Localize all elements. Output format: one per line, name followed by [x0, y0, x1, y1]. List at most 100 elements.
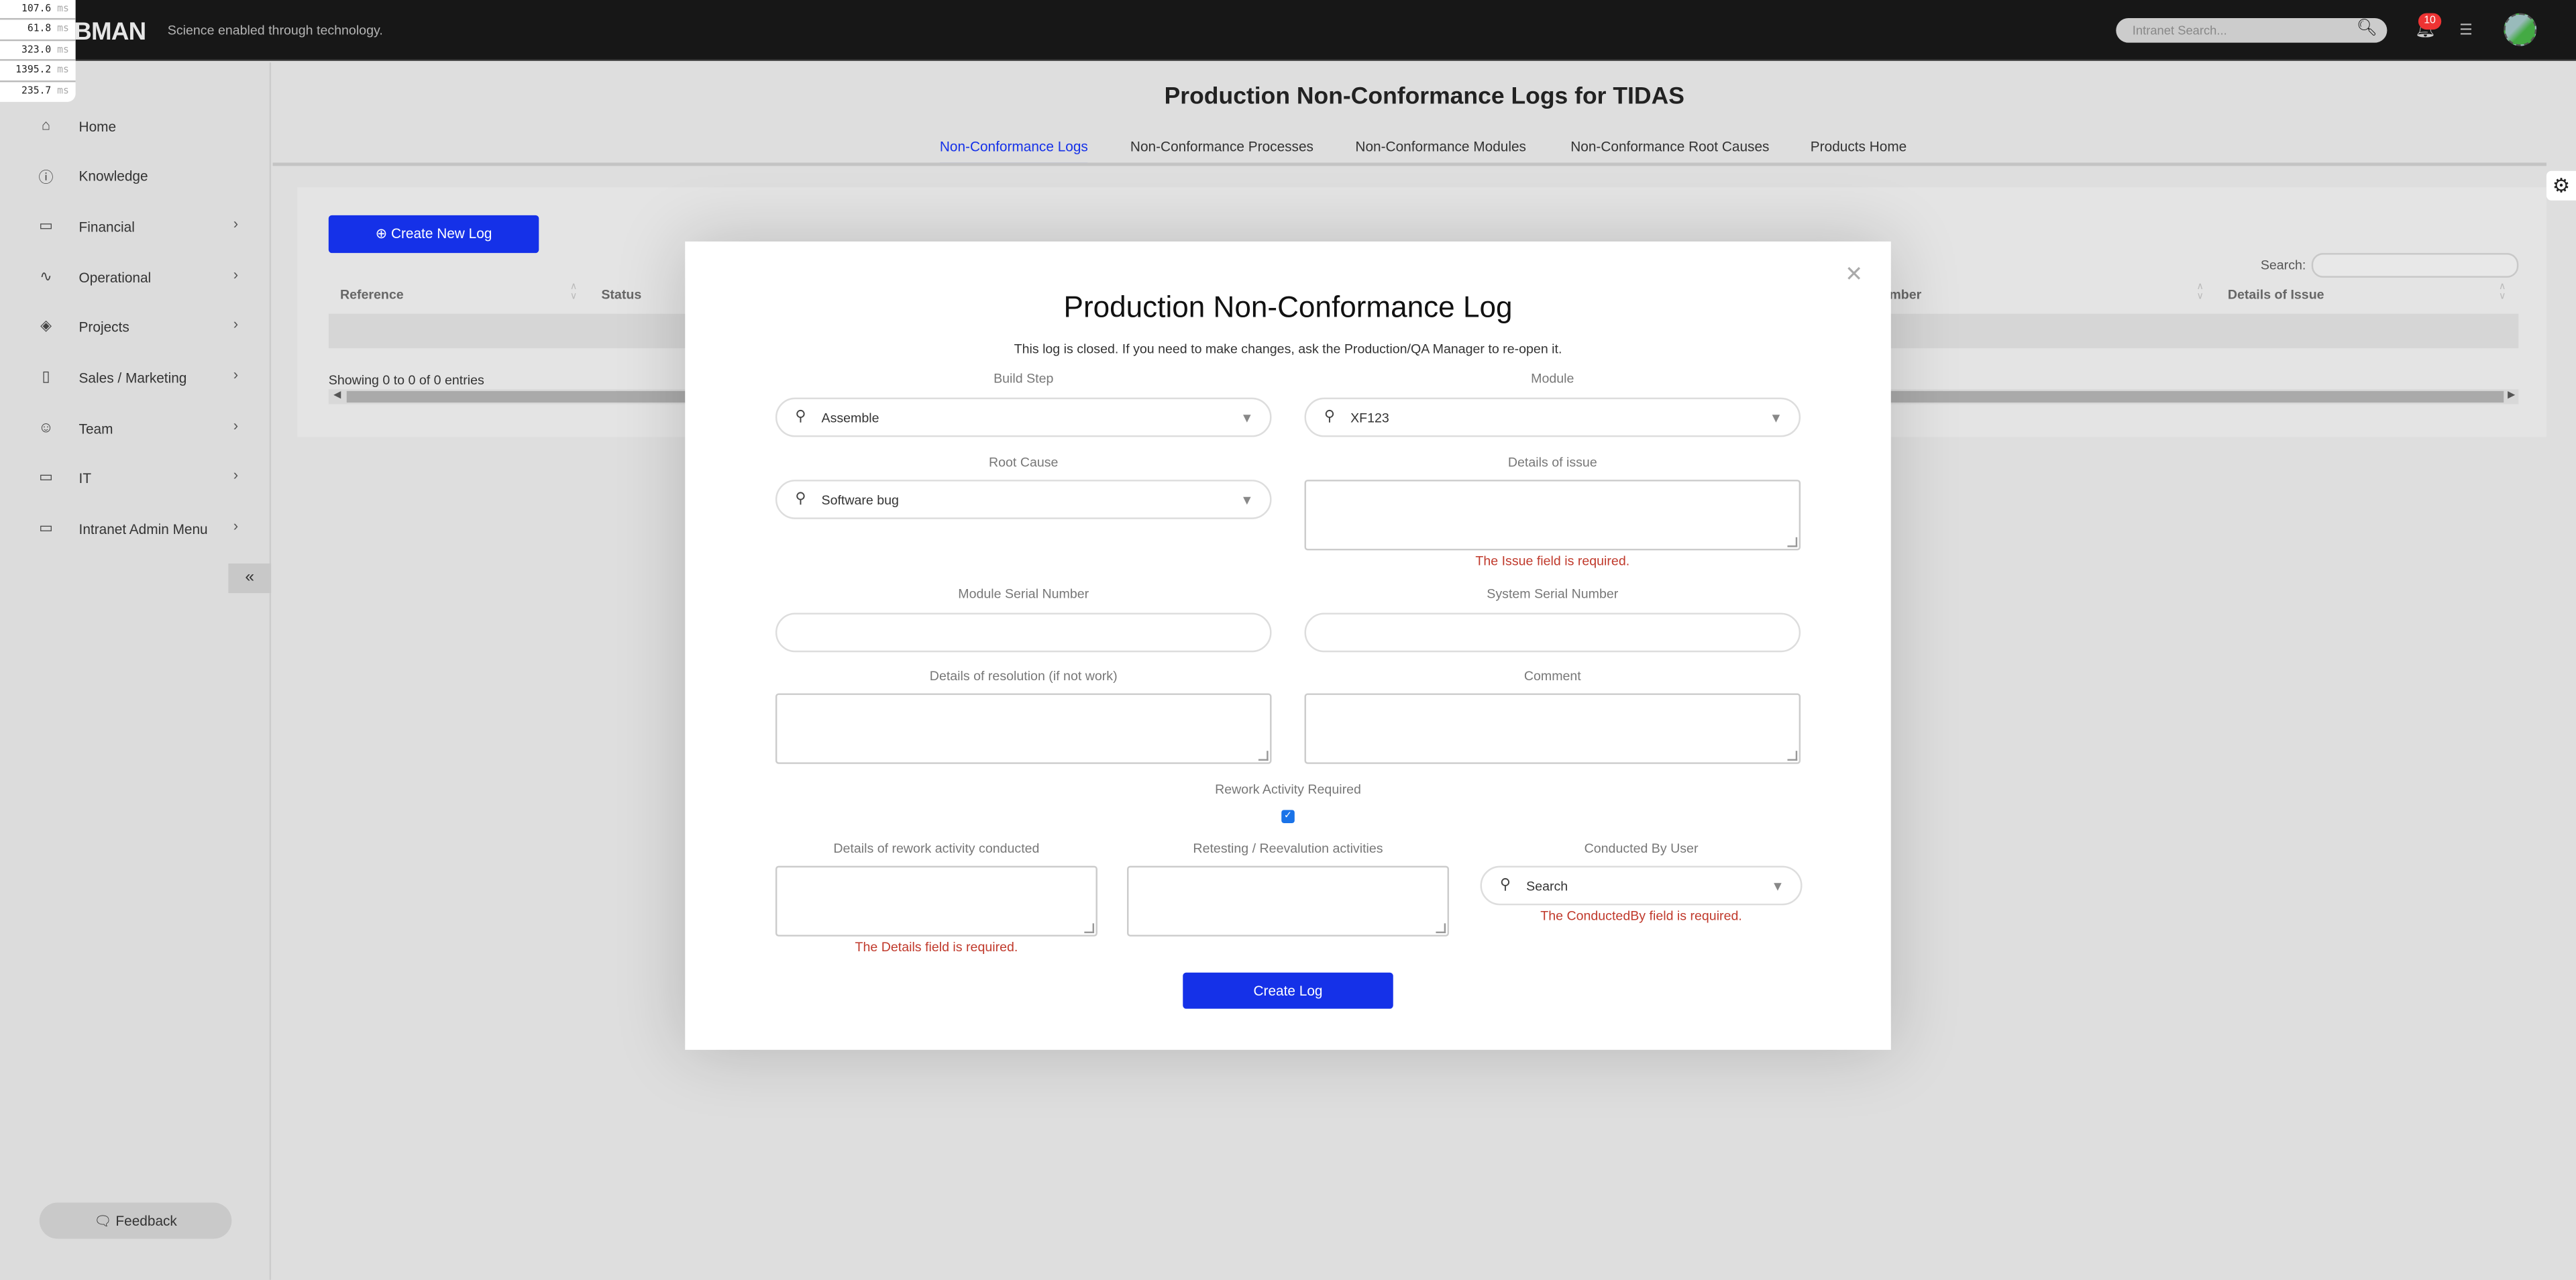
- issue-error: The Issue field is required.: [1475, 553, 1630, 569]
- intranet-search-input[interactable]: Intranet Search... 🔍︎: [2116, 17, 2387, 43]
- sidebar-item-home[interactable]: ⌂ Home: [0, 112, 271, 145]
- retesting-textarea[interactable]: [1127, 865, 1450, 937]
- comment-label: Comment: [1523, 668, 1581, 684]
- sidebar-item-projects[interactable]: ◈ Projects ›: [0, 312, 271, 345]
- logo[interactable]: BMAN: [74, 18, 146, 46]
- retesting-label: Retesting / Reevalution activities: [1193, 841, 1383, 856]
- scroll-left-icon[interactable]: ◀: [333, 389, 341, 404]
- rework-details-label: Details of rework activity conducted: [833, 841, 1040, 856]
- layers-icon: ◈: [40, 317, 52, 334]
- dropdown-arrow-icon: ▼: [1769, 411, 1783, 426]
- rework-required-checkbox[interactable]: ✓: [1281, 810, 1295, 823]
- search-icon[interactable]: 🔍︎: [2357, 19, 2377, 38]
- module-serial-input[interactable]: [775, 612, 1272, 653]
- details-of-issue-label: Details of issue: [1507, 455, 1597, 470]
- sidebar-item-label: Operational: [78, 269, 152, 286]
- tab-non-conformance-modules[interactable]: Non-Conformance Modules: [1355, 138, 1526, 163]
- sidebar-item-knowledge[interactable]: ⓘ Knowledge: [0, 161, 271, 194]
- resolution-textarea[interactable]: [775, 693, 1272, 764]
- tagline: Science enabled through technology.: [167, 23, 383, 38]
- perf-overlay: 107.6 ms 61.8 ms 323.0 ms 1395.2 ms 235.…: [0, 0, 76, 102]
- comment-textarea[interactable]: [1304, 693, 1801, 764]
- create-log-button[interactable]: Create Log: [1183, 972, 1393, 1009]
- perf-row: 1395.2 ms: [0, 61, 76, 82]
- chevron-right-icon: ›: [233, 266, 239, 283]
- avatar[interactable]: [2504, 13, 2537, 46]
- gear-icon[interactable]: ⚙: [2546, 170, 2576, 201]
- conducted-by-error: The ConductedBy field is required.: [1540, 908, 1742, 924]
- home-icon: ⌂: [41, 116, 51, 134]
- create-new-log-button[interactable]: ⊕ Create New Log: [328, 215, 539, 254]
- card-icon: ▭: [39, 217, 53, 233]
- tab-divider: [272, 162, 2546, 166]
- page-title: Production Non-Conformance Logs for TIDA…: [1164, 83, 1684, 111]
- sidebar-item-intranet-admin[interactable]: ▭ Intranet Admin Menu ›: [0, 515, 271, 547]
- details-of-issue-textarea[interactable]: [1304, 480, 1801, 551]
- info-icon: ⓘ: [38, 169, 54, 186]
- conducted-by-select[interactable]: ⚲ Search ▼: [1480, 865, 1803, 906]
- feedback-button[interactable]: 🗨︎ Feedback: [39, 1202, 232, 1239]
- column-header-reference[interactable]: Reference: [340, 288, 404, 303]
- chevron-right-icon: ›: [233, 417, 239, 434]
- sidebar-item-operational[interactable]: ∿ Operational ›: [0, 263, 271, 296]
- non-conformance-log-modal: ✕ Production Non-Conformance Log This lo…: [685, 242, 1891, 1050]
- search-icon: ⚲: [1324, 407, 1336, 424]
- scroll-right-icon[interactable]: ▶: [2508, 389, 2515, 404]
- tab-products-home[interactable]: Products Home: [1811, 138, 1907, 163]
- sidebar-item-financial[interactable]: ▭ Financial ›: [0, 212, 271, 245]
- module-serial-label: Module Serial Number: [958, 586, 1089, 602]
- users-icon: ☺: [38, 419, 54, 435]
- collapse-sidebar-button[interactable]: «: [228, 564, 272, 594]
- closed-notice: This log is closed. If you need to make …: [1014, 341, 1562, 357]
- table-search-input[interactable]: [2311, 253, 2519, 278]
- rework-details-textarea[interactable]: [775, 865, 1097, 937]
- build-step-select[interactable]: ⚲ Assemble ▼: [775, 397, 1272, 437]
- rework-details-error: The Details field is required.: [855, 939, 1018, 955]
- feedback-label: Feedback: [115, 1212, 177, 1229]
- modal-title: Production Non-Conformance Log: [1063, 290, 1513, 324]
- dropdown-arrow-icon: ▼: [1240, 492, 1254, 508]
- column-header-status[interactable]: Status: [601, 288, 641, 303]
- table-info: Showing 0 to 0 of 0 entries: [328, 372, 484, 388]
- column-header-serial-number[interactable]: mber: [1889, 288, 1921, 303]
- resolution-label: Details of resolution (if not work): [929, 668, 1118, 684]
- system-serial-label: System Serial Number: [1487, 586, 1619, 602]
- tab-non-conformance-root-causes[interactable]: Non-Conformance Root Causes: [1570, 138, 1769, 163]
- plus-circle-icon: ⊕: [375, 225, 388, 242]
- task-list-icon[interactable]: ☰: [2459, 21, 2473, 40]
- root-cause-select[interactable]: ⚲ Software bug ▼: [775, 480, 1272, 519]
- sort-icon[interactable]: ∧ ∨: [2499, 282, 2506, 302]
- module-value: XF123: [1350, 411, 1389, 426]
- sidebar-item-label: Team: [78, 420, 113, 437]
- module-label: Module: [1531, 371, 1574, 386]
- chevron-right-icon: ›: [233, 466, 239, 484]
- tab-non-conformance-processes[interactable]: Non-Conformance Processes: [1130, 138, 1313, 163]
- create-new-log-label: Create New Log: [390, 225, 492, 242]
- system-serial-input[interactable]: [1304, 612, 1801, 653]
- table-search-label: Search:: [2260, 258, 2306, 273]
- chevron-right-icon: ›: [233, 215, 239, 232]
- top-bar: BMAN Science enabled through technology.…: [0, 0, 2576, 61]
- module-select[interactable]: ⚲ XF123 ▼: [1304, 397, 1801, 437]
- conducted-by-label: Conducted By User: [1584, 841, 1699, 856]
- sidebar-item-it[interactable]: ▭ IT ›: [0, 464, 271, 496]
- card-icon: ▭: [39, 468, 53, 485]
- sort-icon[interactable]: ∧ ∨: [2196, 282, 2204, 302]
- sidebar: ⌂ Home ⓘ Knowledge ▭ Financial › ∿ Operationa…: [0, 62, 272, 1280]
- search-icon: ⚲: [795, 489, 806, 506]
- dropdown-arrow-icon: ▼: [1771, 879, 1784, 894]
- dropdown-arrow-icon: ▼: [1240, 411, 1254, 426]
- chevron-right-icon: ›: [233, 517, 239, 534]
- tab-non-conformance-logs[interactable]: Non-Conformance Logs: [939, 138, 1088, 164]
- chevron-right-icon: ›: [233, 366, 239, 383]
- sidebar-item-label: IT: [78, 470, 92, 486]
- column-header-details-of-issue[interactable]: Details of Issue: [2228, 288, 2324, 303]
- search-icon: ⚲: [1499, 875, 1511, 892]
- sidebar-item-label: Intranet Admin Menu: [78, 521, 208, 537]
- search-icon: ⚲: [795, 407, 806, 424]
- sidebar-item-sales-marketing[interactable]: ▯ Sales / Marketing ›: [0, 363, 271, 396]
- sidebar-item-label: Projects: [78, 319, 129, 335]
- close-icon[interactable]: ✕: [1845, 261, 1863, 287]
- sidebar-item-team[interactable]: ☺ Team ›: [0, 414, 271, 447]
- sort-icon[interactable]: ∧ ∨: [570, 282, 578, 302]
